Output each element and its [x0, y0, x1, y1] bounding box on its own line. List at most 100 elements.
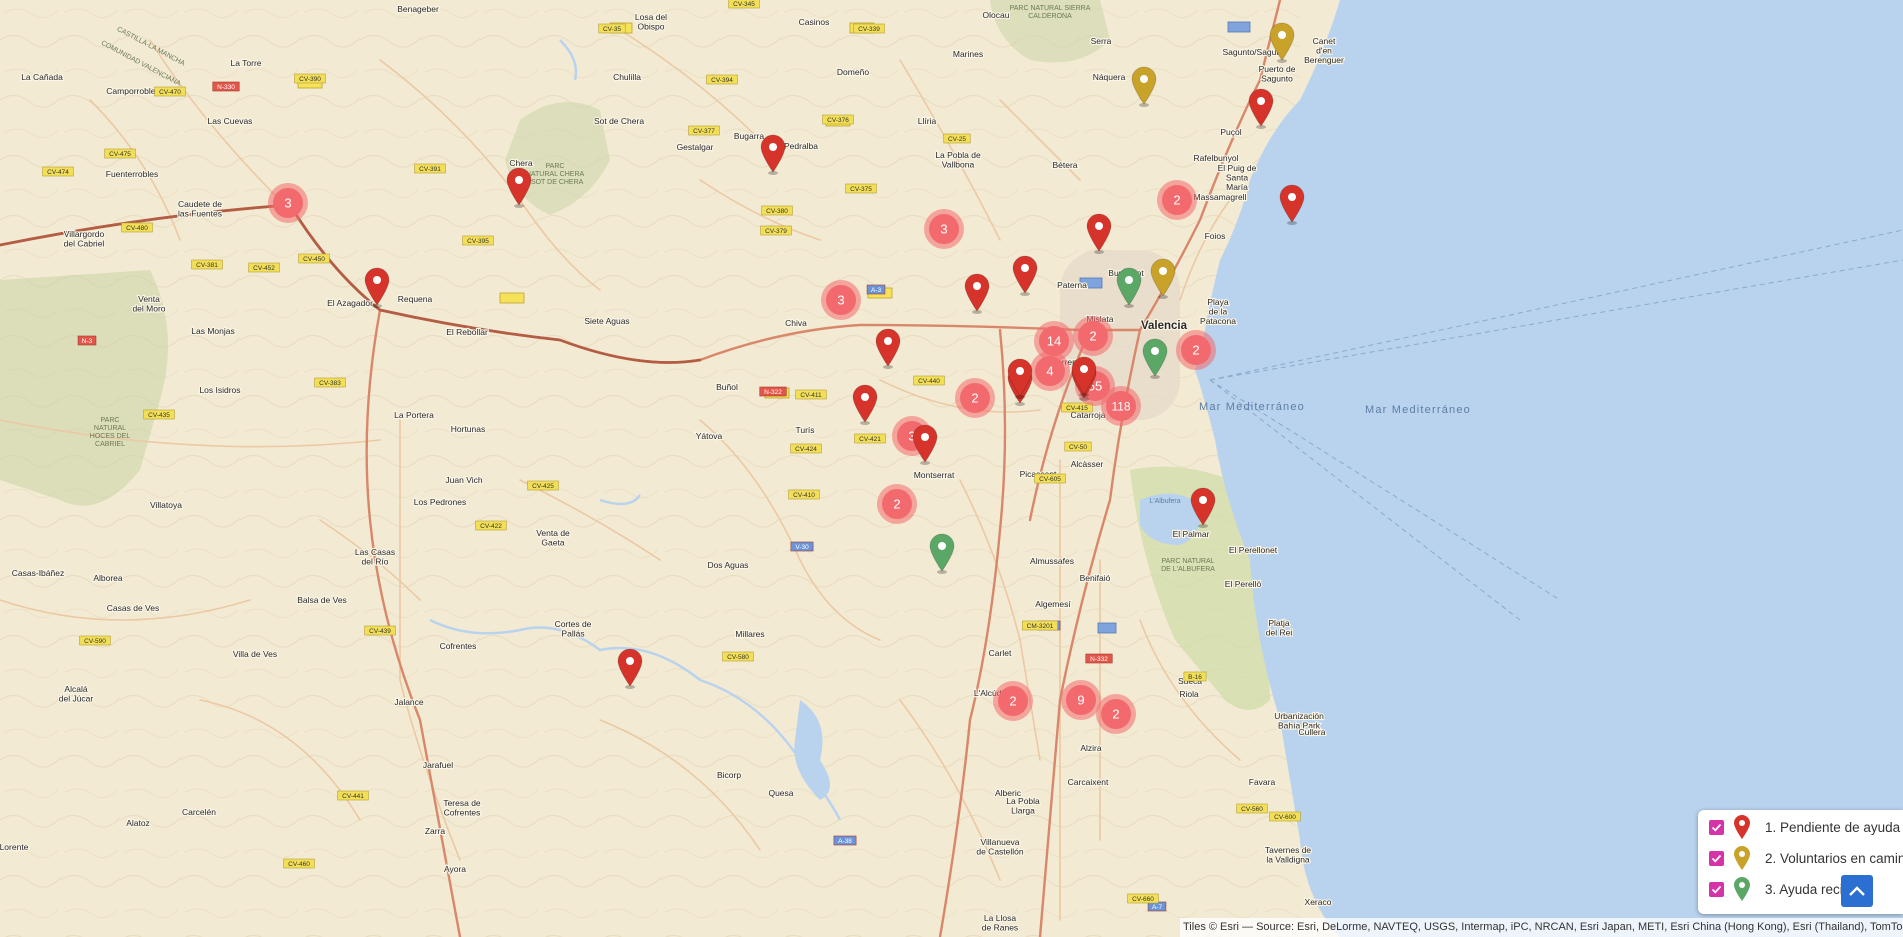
place-label: Fuenterrobles — [106, 169, 158, 179]
road-shield-label: B-16 — [1188, 674, 1202, 681]
marker-cluster[interactable]: 2 — [1176, 330, 1216, 370]
place-label: Olocau — [983, 10, 1010, 20]
place-label: Foios — [1205, 231, 1226, 241]
park-label: PARC NATURAL DE L'ALBUFERA — [1161, 558, 1215, 573]
place-label: La Torre — [230, 58, 261, 68]
legend-label-volunteers: 2. Voluntarios en camino — [1765, 850, 1903, 866]
place-label: Llíria — [918, 116, 937, 126]
place-label: Hortunas — [451, 424, 486, 434]
place-label: Ayora — [444, 864, 466, 874]
place-label: Teresa de Cofrentes — [443, 798, 481, 818]
place-label: Carcelén — [182, 807, 216, 817]
marker-cluster[interactable]: 2 — [955, 378, 995, 418]
yellow-pin-icon — [1734, 846, 1750, 870]
place-label: Bicorp — [717, 770, 741, 780]
sea-label: Mar Mediterráneo — [1199, 401, 1305, 413]
place-label: El Perellonet — [1229, 545, 1278, 555]
road-shield-label: V-30 — [795, 544, 809, 551]
place-label: Domeño — [837, 67, 869, 77]
road-shield-label: CV-381 — [196, 262, 218, 269]
pin-dot — [626, 657, 634, 665]
place-label: Los Isidros — [199, 385, 240, 395]
legend-checkbox-volunteers[interactable] — [1709, 850, 1724, 866]
marker-cluster[interactable]: 118 — [1101, 386, 1141, 426]
map-canvas[interactable]: Mar Mediterráneo Mar Mediterráneo Benageb… — [0, 0, 1903, 937]
park-label: L'Albufera — [1149, 498, 1180, 505]
place-label: Cullera — [1299, 727, 1326, 737]
sea-label: Mar Mediterráneo — [1365, 404, 1471, 416]
marker-cluster[interactable]: 4 — [1030, 351, 1070, 391]
road-shield-label: CV-25 — [948, 136, 966, 143]
scroll-up-button[interactable] — [1841, 875, 1873, 907]
road-shield-label: CV-410 — [793, 492, 815, 499]
road-shield-label: CV-475 — [109, 151, 131, 158]
road-shield-label: CV-425 — [532, 483, 554, 490]
marker-cluster[interactable]: 2 — [993, 681, 1033, 721]
road-shield-label: A-7 — [1152, 904, 1163, 911]
cluster-count: 2 — [893, 497, 900, 512]
place-label: Balsa de Ves — [297, 595, 347, 605]
place-label: Casinos — [799, 17, 830, 27]
place-label: Puerto de Sagunto — [1259, 64, 1296, 84]
road-shield-label: N-332 — [1090, 656, 1108, 663]
place-label: El Rebollar — [446, 327, 488, 337]
place-label: Los Pedrones — [414, 497, 466, 507]
road-shield-label: CV-411 — [800, 392, 822, 399]
place-label: Yátova — [696, 431, 723, 441]
map-attribution: Tiles © Esri — Source: Esri, DeLorme, NA… — [1180, 918, 1903, 937]
road-shield-label: CV-460 — [288, 861, 310, 868]
pin-dot — [1199, 496, 1207, 504]
road-shield-label: CV-480 — [126, 225, 148, 232]
place-label: Serra — [1091, 36, 1112, 46]
road-shield-label: CV-415 — [1066, 405, 1088, 412]
road-shield-label: CV-422 — [480, 523, 502, 530]
pin-dot — [938, 542, 946, 550]
road-shield-label: CV-376 — [827, 117, 849, 124]
road-shield-label: CV-391 — [419, 166, 441, 173]
place-label: Villatoya — [150, 500, 182, 510]
legend-checkbox-pending[interactable] — [1709, 819, 1724, 835]
place-label: Millares — [735, 629, 764, 639]
pin-dot — [884, 337, 892, 345]
road-shield-label: CV-580 — [727, 654, 749, 661]
pin-dot — [1080, 365, 1088, 373]
road-shield-label: CV-394 — [711, 77, 733, 84]
pin-dot — [921, 433, 929, 441]
cluster-count: 2 — [971, 391, 978, 406]
road-shield-label: CV-660 — [1132, 896, 1154, 903]
place-label: Montserrat — [914, 470, 955, 480]
legend-item-pending[interactable]: 1. Pendiente de ayuda — [1698, 813, 1903, 841]
place-label: Rafelbunyol — [1194, 153, 1239, 163]
marker-cluster[interactable]: 3 — [821, 280, 861, 320]
place-label: Alcàsser — [1071, 459, 1104, 469]
legend-item-volunteers[interactable]: 2. Voluntarios en camino — [1698, 844, 1903, 872]
road-shield-label: CV-339 — [858, 26, 880, 33]
cluster-count: 14 — [1047, 334, 1061, 349]
cluster-count: 3 — [284, 196, 291, 211]
legend-checkbox-received[interactable] — [1709, 881, 1724, 897]
marker-cluster[interactable]: 2 — [1073, 316, 1113, 356]
place-label: Náquera — [1093, 72, 1126, 82]
place-label: Sot de Chera — [594, 116, 644, 126]
marker-cluster[interactable]: 9 — [1061, 680, 1101, 720]
marker-cluster[interactable]: 3 — [924, 209, 964, 249]
marker-cluster[interactable]: 2 — [1096, 694, 1136, 734]
cluster-count: 2 — [1112, 707, 1119, 722]
cluster-count: 4 — [1046, 364, 1053, 379]
place-label: La Llosa de Ranes — [982, 913, 1018, 933]
place-label: Turís — [795, 425, 814, 435]
marker-cluster[interactable]: 2 — [877, 484, 917, 524]
road-shield-label: N-322 — [764, 389, 782, 396]
road-shield-label: CV-35 — [603, 26, 621, 33]
place-label: Gestalgar — [677, 142, 714, 152]
place-label: Jalance — [394, 697, 424, 707]
place-label: La Pobla de Vallbona — [935, 150, 981, 170]
pin-dot — [861, 393, 869, 401]
marker-cluster[interactable]: 2 — [1157, 180, 1197, 220]
green-pin-icon — [1734, 877, 1750, 901]
place-label: Puçol — [1220, 127, 1241, 137]
road-shield-label: A-3 — [871, 287, 882, 294]
pin-dot — [1125, 276, 1133, 284]
marker-cluster[interactable]: 3 — [268, 183, 308, 223]
place-label: El Palmar — [1173, 529, 1210, 539]
